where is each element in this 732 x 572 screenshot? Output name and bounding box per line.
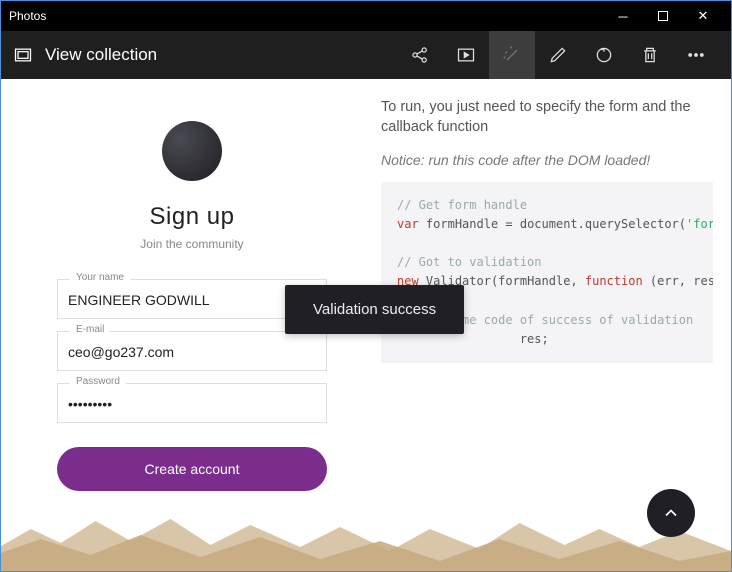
mountain-decoration [1,511,731,571]
collection-icon [13,45,33,65]
maximize-button[interactable] [643,9,683,24]
window-title: Photos [9,9,603,23]
trash-icon [640,45,660,65]
chevron-up-icon [661,503,681,523]
slideshow-button[interactable] [443,31,489,79]
signup-subtitle: Join the community [57,237,327,251]
toolbar-title[interactable]: View collection [45,45,157,65]
signup-heading: Sign up [57,203,327,231]
rotate-button[interactable] [581,31,627,79]
password-field-wrap: Password [57,383,327,423]
more-icon [686,45,706,65]
email-field-wrap: E-mail [57,331,327,371]
email-label: E-mail [70,324,110,335]
more-button[interactable] [673,31,719,79]
edit-button[interactable] [535,31,581,79]
code-sample: // Get form handle var formHandle = docu… [381,182,713,364]
window-titlebar: Photos ─ ✕ [1,1,731,31]
close-button[interactable]: ✕ [683,8,723,24]
email-input[interactable] [68,344,316,360]
password-label: Password [70,376,126,387]
name-label: Your name [70,272,130,283]
slideshow-icon [456,45,476,65]
share-button[interactable] [397,31,443,79]
minimize-button[interactable]: ─ [603,9,643,24]
doc-description: To run, you just need to specify the for… [381,97,713,138]
delete-button[interactable] [627,31,673,79]
validation-toast: Validation success [285,285,464,334]
name-input[interactable] [68,292,316,308]
pencil-icon [548,45,568,65]
avatar-placeholder [162,121,222,181]
password-input[interactable] [68,396,316,412]
app-toolbar: View collection [1,31,731,79]
enhance-button[interactable] [489,31,535,79]
share-icon [410,45,430,65]
doc-notice: Notice: run this code after the DOM load… [381,152,713,168]
wand-icon [502,45,522,65]
scroll-top-button[interactable] [647,489,695,537]
create-account-button[interactable]: Create account [57,447,327,491]
rotate-icon [594,45,614,65]
